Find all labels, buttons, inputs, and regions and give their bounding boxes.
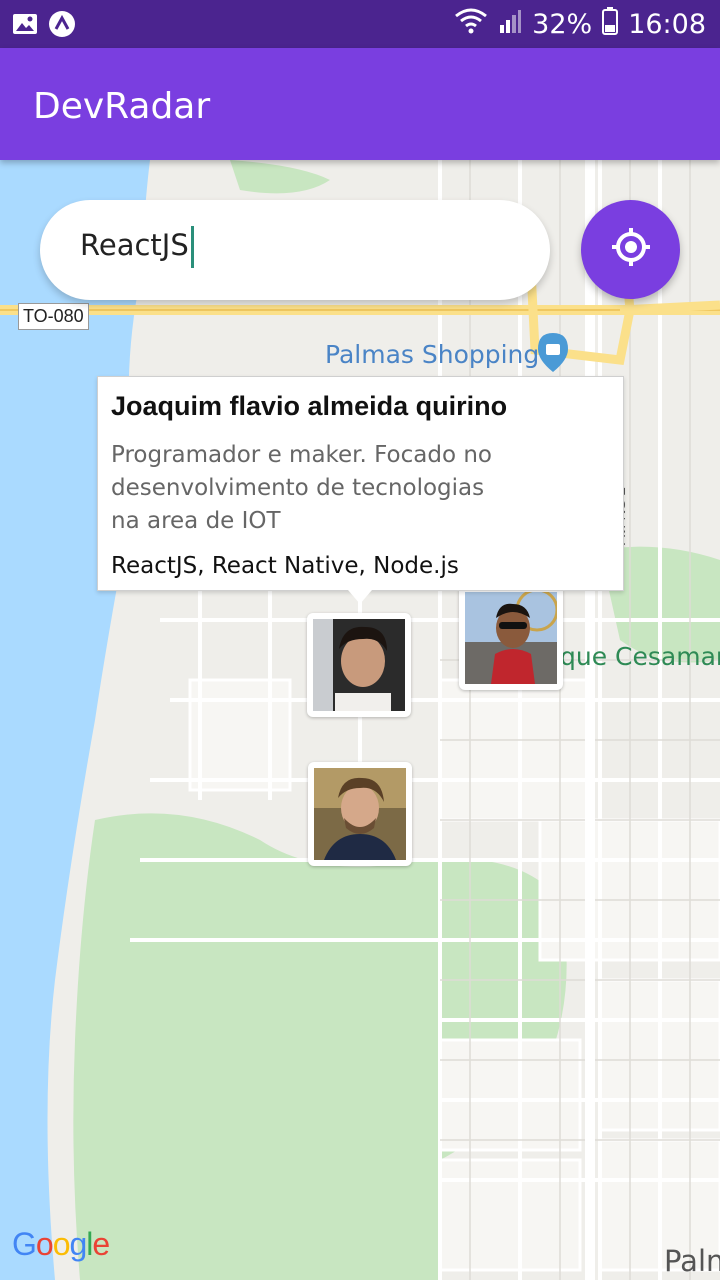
crosshair-location-icon	[611, 227, 651, 272]
callout-bio-line: Programador e maker. Focado no	[111, 442, 493, 468]
dev-marker-sunglasses[interactable]	[459, 586, 563, 690]
callout-bio-line: desenvolvimento de tecnologias	[111, 475, 485, 501]
search-input[interactable]: ReactJS	[80, 226, 520, 274]
road-code-label: TO-080	[18, 303, 89, 330]
app-title: DevRadar	[33, 86, 211, 127]
google-logo-letter: o	[35, 1226, 54, 1262]
shopping-label: Palmas Shopping	[325, 340, 540, 369]
battery-icon	[602, 6, 619, 42]
google-logo-letter: e	[92, 1226, 110, 1262]
clock: 16:08	[628, 8, 706, 40]
battery-percent: 32%	[532, 8, 593, 40]
search-input-value: ReactJS	[80, 228, 189, 262]
app-bar: DevRadar	[0, 48, 720, 160]
google-logo-letter: G	[12, 1226, 37, 1262]
callout-bio-line: na area de IOT	[111, 508, 281, 534]
dev-marker-bearded[interactable]	[308, 762, 412, 866]
dev-avatar-photo	[313, 619, 405, 711]
dev-avatar-photo	[314, 768, 406, 860]
callout-dev-name: Joaquim flavio almeida quirino	[111, 391, 508, 421]
google-logo-letter: o	[52, 1226, 71, 1262]
map-view[interactable]: TO-080 Palmas Shopping que Cesamar Av. N…	[0, 160, 720, 1280]
search-box[interactable]: ReactJS	[40, 200, 550, 300]
city-fragment-label: Paln	[664, 1244, 720, 1278]
park-label: que Cesamar	[560, 642, 720, 671]
dev-callout[interactable]: Joaquim flavio almeida quirino Programad…	[97, 376, 624, 604]
callout-dev-techs: ReactJS, React Native, Node.js	[111, 553, 459, 579]
gallery-icon	[12, 12, 38, 41]
signal-icon	[498, 7, 522, 42]
wifi-icon	[454, 7, 488, 42]
callout-dev-bio: Programador e maker. Focado no desenvolv…	[111, 439, 551, 538]
app-notification-icon	[48, 10, 76, 43]
text-caret	[190, 226, 194, 268]
dev-marker-joaquim[interactable]	[307, 613, 411, 717]
dev-avatar-photo	[465, 592, 557, 684]
locate-button[interactable]	[581, 200, 680, 299]
google-logo-letter: g	[69, 1226, 87, 1262]
status-bar: 32% 16:08	[0, 0, 720, 48]
google-logo: Google	[12, 1226, 110, 1263]
map-background	[0, 160, 720, 1280]
